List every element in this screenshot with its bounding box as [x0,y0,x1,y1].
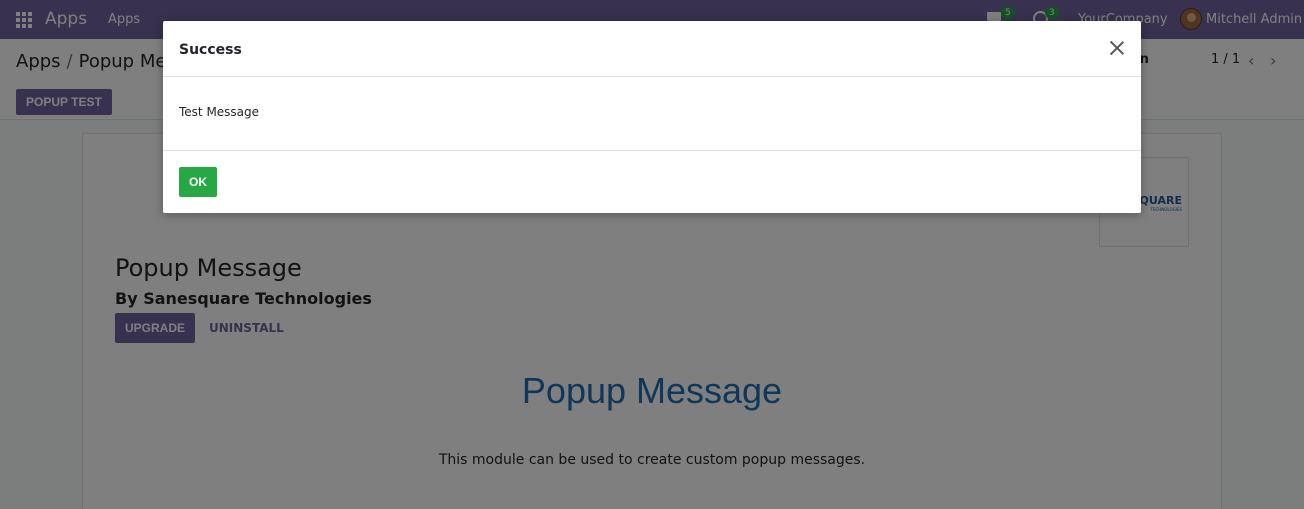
dialog-footer: OK [163,151,1141,213]
dialog-title: Success [179,42,242,58]
dialog-header: Success [163,21,1141,77]
dialog-message: Test Message [179,105,260,119]
ok-button[interactable]: OK [179,167,217,197]
dialog-body: Test Message [163,77,1141,151]
success-dialog: Success Test Message OK [163,21,1141,213]
close-icon[interactable] [1109,40,1125,56]
